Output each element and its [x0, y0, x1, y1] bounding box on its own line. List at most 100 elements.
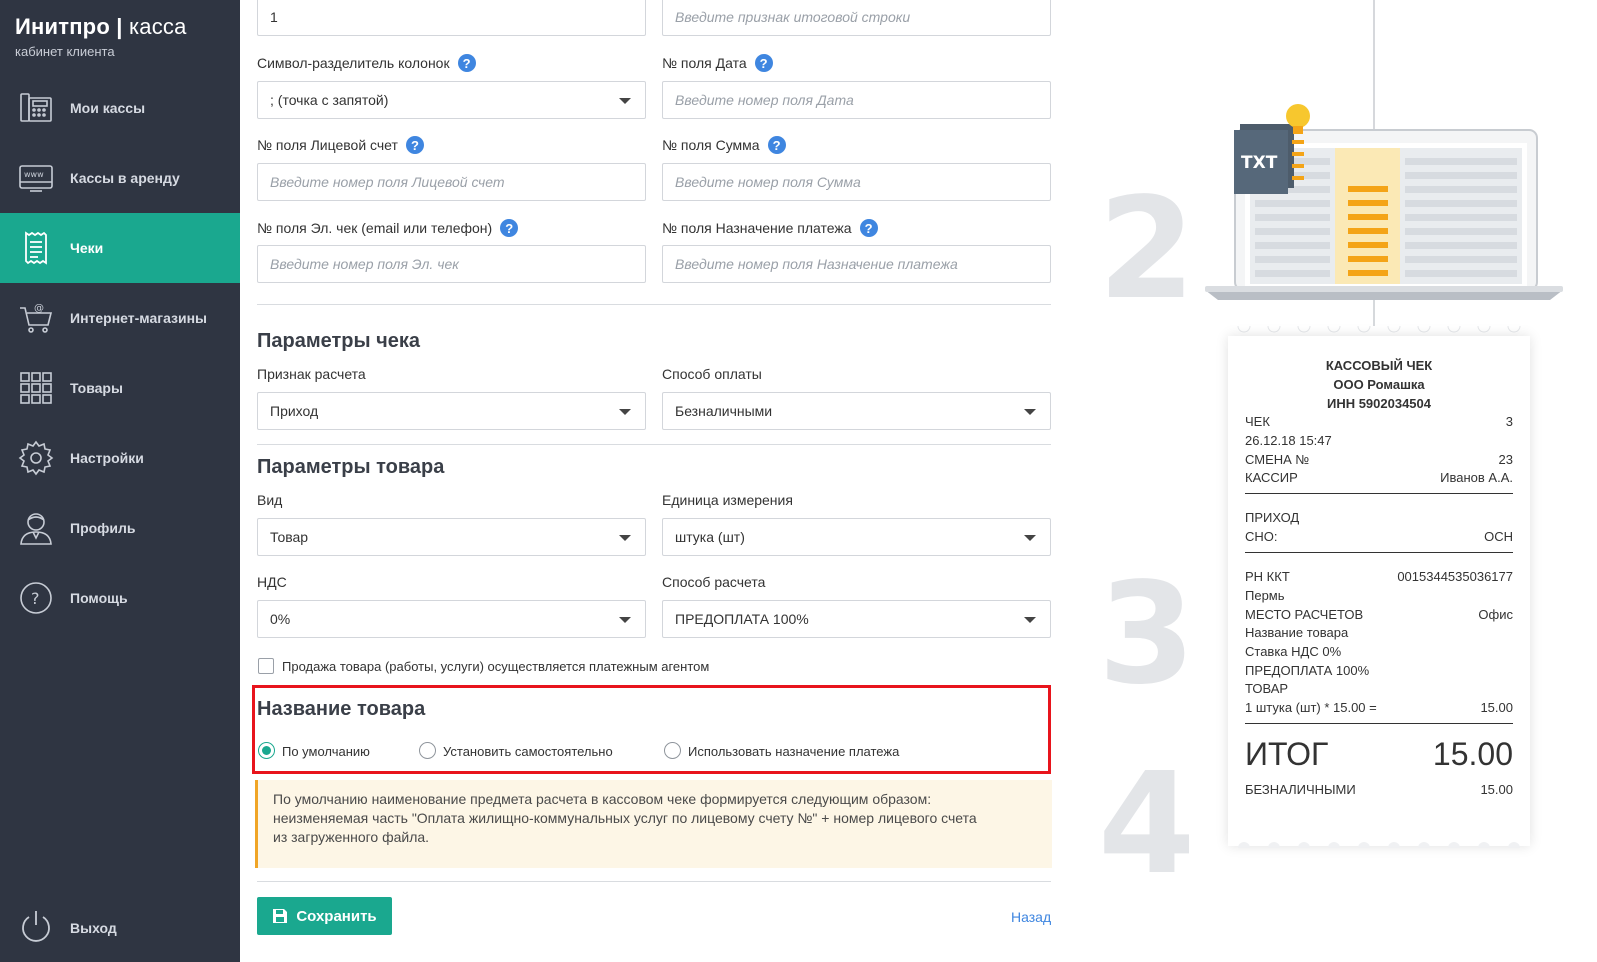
- account-field-input[interactable]: Введите номер поля Лицевой счет: [257, 163, 646, 201]
- note-line: По умолчанию наименование предмета расче…: [273, 791, 932, 807]
- sidebar-item-rental[interactable]: www Кассы в аренду: [0, 143, 240, 213]
- divider: [257, 304, 1051, 305]
- brand-subtitle: кабинет клиента: [15, 44, 115, 59]
- cart-icon: @: [18, 300, 54, 336]
- payment-method-select[interactable]: Безналичными: [662, 392, 1051, 430]
- chevron-down-icon: [619, 617, 631, 623]
- svg-text:@: @: [34, 303, 44, 314]
- radio-default-label: По умолчанию: [282, 744, 370, 759]
- calc-sign-value: Приход: [270, 403, 319, 419]
- receipt-qty-sum: 15.00: [1480, 700, 1513, 715]
- receipt-type: ПРИХОД: [1245, 510, 1300, 525]
- www-terminal-icon: www: [18, 160, 54, 196]
- receipt-cashier: Иванов А.А.: [1440, 470, 1513, 485]
- vat-label: НДС: [257, 574, 287, 590]
- calc-method-value: ПРЕДОПЛАТА 100%: [675, 611, 809, 627]
- calc-method-label: Способ расчета: [662, 574, 766, 590]
- receipt-rn: 0015344535036177: [1397, 569, 1513, 584]
- logout-label: Выход: [70, 920, 117, 936]
- save-button[interactable]: Сохранить: [257, 897, 392, 935]
- sidebar-item-profile[interactable]: Профиль: [0, 493, 240, 563]
- receipt-vat: Ставка НДС 0%: [1245, 644, 1342, 659]
- sidebar-item-label: Интернет-магазины: [70, 310, 208, 326]
- sidebar-item-label: Мои кассы: [70, 100, 146, 116]
- sidebar-item-my-cash-registers[interactable]: Мои кассы: [0, 73, 240, 143]
- sidebar-item-label: Настройки: [70, 450, 144, 466]
- separator-label: Символ-разделитель колонок?: [257, 54, 476, 72]
- sidebar-item-settings[interactable]: Настройки: [0, 423, 240, 493]
- sidebar-nav: Мои кассы www Кассы в аренду Чеки @ Инте…: [0, 73, 240, 633]
- echeck-field-input[interactable]: Введите номер поля Эл. чек: [257, 245, 646, 283]
- date-field-label: № поля Дата?: [662, 54, 773, 72]
- note-line: неизменяемая часть "Оплата жилищно-комму…: [273, 810, 977, 826]
- sidebar-item-help[interactable]: ? Помощь: [0, 563, 240, 633]
- receipt-pay-sum: 15.00: [1480, 782, 1513, 797]
- sidebar-item-checks[interactable]: Чеки: [0, 213, 240, 283]
- step-number: 4: [1098, 743, 1196, 906]
- radio-default[interactable]: [258, 742, 275, 759]
- sum-field-input[interactable]: Введите номер поля Сумма: [662, 163, 1051, 201]
- sidebar-item-online-stores[interactable]: @ Интернет-магазины: [0, 283, 240, 353]
- file-badge-text: TXT: [1241, 153, 1278, 173]
- receipt-city: Пермь: [1245, 588, 1285, 603]
- product-name-title: Название товара: [257, 698, 426, 720]
- receipt-params-title: Параметры чека: [257, 330, 421, 352]
- receipt-total-label: ИТОГ: [1245, 736, 1329, 772]
- receipt-check-label: ЧЕК: [1245, 414, 1270, 429]
- payment-method-label: Способ оплаты: [662, 366, 762, 382]
- back-link[interactable]: Назад: [1011, 909, 1051, 925]
- receipt-qty-line: 1 штука (шт) * 15.00 =: [1245, 700, 1377, 715]
- user-icon: [18, 510, 54, 546]
- note-line: из загруженного файла.: [273, 829, 430, 845]
- sidebar-item-label: Чеки: [70, 240, 104, 256]
- help-icon[interactable]: ?: [405, 136, 424, 154]
- radio-custom[interactable]: [419, 742, 436, 759]
- info-note: По умолчанию наименование предмета расче…: [255, 780, 1052, 868]
- receipt-icon: [18, 230, 54, 266]
- help-icon[interactable]: ?: [859, 219, 878, 237]
- receipt-shift-label: СМЕНА №: [1245, 452, 1310, 467]
- total-line-sign-input[interactable]: Введите признак итоговой строки: [662, 0, 1051, 36]
- receipt-place: Офис: [1478, 607, 1513, 622]
- purpose-field-label: № поля Назначение платежа?: [662, 219, 878, 237]
- kind-label: Вид: [257, 492, 283, 508]
- logout-button[interactable]: Выход: [0, 898, 240, 958]
- receipt-rn-label: РН ККТ: [1245, 569, 1290, 584]
- receipt-org: ООО Ромашка: [1333, 377, 1425, 392]
- receipt-sno-label: СНО:: [1245, 529, 1278, 544]
- question-icon: ?: [18, 580, 54, 616]
- sidebar-item-label: Кассы в аренду: [70, 170, 180, 186]
- sidebar-item-products[interactable]: Товары: [0, 353, 240, 423]
- kind-select[interactable]: Товар: [257, 518, 646, 556]
- receipt-sno: ОСН: [1484, 529, 1513, 544]
- separator-select[interactable]: ; (точка с запятой): [257, 81, 646, 119]
- receipt-separator: [1245, 723, 1513, 724]
- unit-select[interactable]: штука (шт): [662, 518, 1051, 556]
- receipt-preview: КАССОВЫЙ ЧЕК ООО Ромашка ИНН 5902034504 …: [1228, 336, 1530, 846]
- receipt-bottom-edge: [1238, 842, 1520, 848]
- field-top-left[interactable]: 1: [257, 0, 646, 36]
- chevron-down-icon: [619, 409, 631, 415]
- vat-select[interactable]: 0%: [257, 600, 646, 638]
- help-icon[interactable]: ?: [754, 54, 773, 72]
- radio-payment-purpose[interactable]: [664, 742, 681, 759]
- separator-label-text: Символ-разделитель колонок: [257, 55, 450, 71]
- calc-sign-select[interactable]: Приход: [257, 392, 646, 430]
- calc-method-select[interactable]: ПРЕДОПЛАТА 100%: [662, 600, 1051, 638]
- divider: [257, 881, 1051, 882]
- receipt-total: 15.00: [1432, 736, 1513, 772]
- date-field-input[interactable]: Введите номер поля Дата: [662, 81, 1051, 119]
- cash-register-icon: [18, 90, 54, 126]
- svg-text:www: www: [24, 170, 44, 179]
- help-icon[interactable]: ?: [457, 54, 476, 72]
- help-icon[interactable]: ?: [500, 219, 519, 237]
- sidebar-item-label: Товары: [70, 380, 123, 396]
- save-icon: [273, 909, 288, 923]
- help-icon[interactable]: ?: [767, 136, 786, 154]
- agent-checkbox-label: Продажа товара (работы, услуги) осуществ…: [282, 659, 710, 674]
- brand-logo[interactable]: Инитпро | касса кабинет клиента: [15, 14, 187, 59]
- agent-checkbox[interactable]: [258, 658, 274, 674]
- purpose-field-input[interactable]: Введите номер поля Назначение платежа: [662, 245, 1051, 283]
- payment-method-value: Безналичными: [675, 403, 773, 419]
- sum-field-label-text: № поля Сумма: [662, 137, 760, 153]
